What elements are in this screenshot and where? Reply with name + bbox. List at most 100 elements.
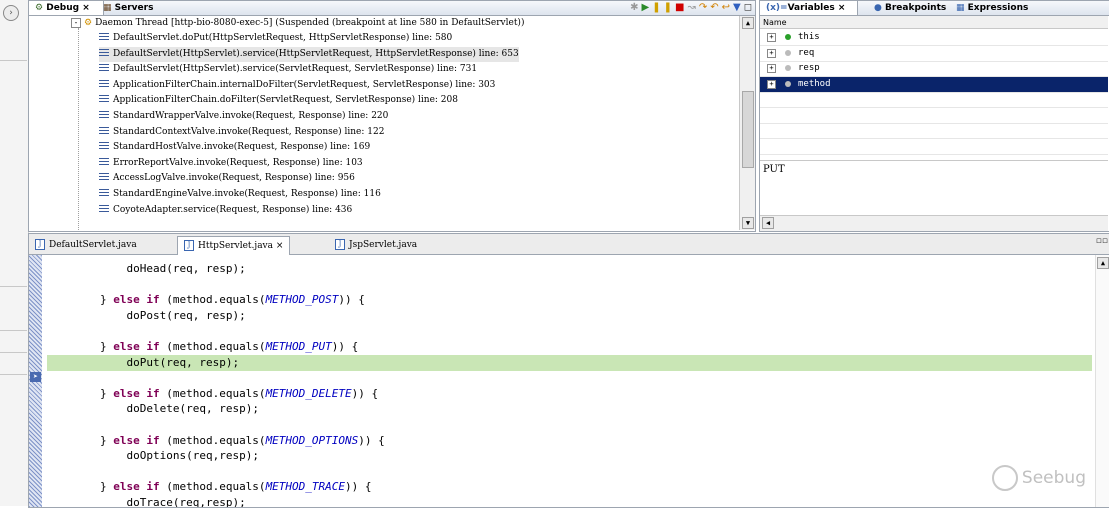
minimize-icon[interactable]: ◻	[744, 2, 755, 13]
variables-icon: (x)=	[766, 3, 788, 13]
stack-frame-row[interactable]: StandardContextValve.invoke(Request, Res…	[99, 125, 384, 140]
expand-icon[interactable]: +	[767, 48, 776, 58]
collapse-icon[interactable]: -	[71, 18, 81, 28]
editor-tab[interactable]: J DefaultServlet.java	[29, 236, 143, 254]
thread-row[interactable]: - ⚙ Daemon Thread [http-bio-8080-exec-5] (…	[71, 16, 524, 31]
scroll-up-arrow-icon[interactable]: ▲	[742, 17, 754, 29]
code-line[interactable]: } else if (method.equals(METHOD_POST)) {	[47, 292, 1092, 308]
stack-frame-row[interactable]: ApplicationFilterChain.doFilter(ServletR…	[99, 93, 458, 108]
debug-vertical-scrollbar[interactable]: ▲ ▼	[739, 16, 755, 230]
tab-debug[interactable]: ⚙ Debug ×	[29, 1, 104, 15]
code-token: doDelete(req, resp);	[126, 402, 259, 416]
column-header-name[interactable]: Name	[760, 16, 1108, 29]
code-token: )) {	[358, 433, 385, 447]
minimize-maximize-icon[interactable]: ▫▫	[1096, 236, 1108, 246]
stack-frame-row[interactable]: StandardEngineValve.invoke(Request, Resp…	[99, 187, 381, 202]
java-editor: ▫▫ J DefaultServlet.java J HttpServlet.java…	[28, 233, 1109, 508]
stack-frame-row[interactable]: ErrorReportValve.invoke(Request, Respons…	[99, 156, 363, 171]
stack-frame-icon	[99, 204, 109, 214]
code-line[interactable]	[47, 323, 1092, 339]
code-line[interactable]: } else if (method.equals(METHOD_TRACE)) …	[47, 479, 1092, 495]
close-icon[interactable]: ×	[82, 3, 90, 13]
variable-row[interactable]: + this	[760, 30, 1108, 46]
stack-frame-row[interactable]: DefaultServlet(HttpServlet).service(Http…	[99, 46, 519, 62]
variable-name: method	[798, 78, 831, 89]
keyword-token: else if	[113, 386, 160, 400]
breakpoint-ruler[interactable]: ➤	[29, 255, 42, 507]
stack-frame-row[interactable]: DefaultServlet.doPut(HttpServletRequest,…	[99, 31, 452, 46]
stack-frame-row[interactable]: ApplicationFilterChain.internalDoFilter(…	[99, 78, 495, 93]
stack-frame-row[interactable]: DefaultServlet(HttpServlet).service(Serv…	[99, 62, 477, 77]
stack-frame-tree: - ⚙ Daemon Thread [http-bio-8080-exec-5] (…	[29, 16, 739, 230]
code-line[interactable]: doHead(req, resp);	[47, 261, 1092, 277]
empty-row	[760, 92, 1108, 108]
keyword-token: else if	[113, 340, 160, 353]
tab-breakpoints[interactable]: ● Breakpoints	[868, 1, 952, 15]
constant-token: METHOD_DELETE	[265, 386, 352, 400]
stack-frame-row[interactable]: StandardWrapperValve.invoke(Request, Res…	[99, 109, 388, 124]
tab-servers[interactable]: ▦ Servers	[97, 1, 159, 15]
variable-detail-pane[interactable]: PUT	[760, 160, 1108, 212]
scroll-thumb[interactable]	[742, 91, 754, 168]
drop-to-frame-icon[interactable]: ▼	[733, 2, 744, 13]
close-icon[interactable]: ×	[273, 241, 284, 251]
terminate-icon[interactable]: ■	[675, 2, 687, 13]
close-icon[interactable]: ×	[838, 3, 846, 13]
code-line[interactable]	[47, 370, 1092, 386]
code-line[interactable]	[47, 277, 1092, 293]
variables-horizontal-scrollbar[interactable]: ◀	[760, 215, 1108, 231]
variable-name: resp	[798, 63, 820, 73]
code-line[interactable]: } else if (method.equals(METHOD_DELETE))…	[47, 386, 1092, 402]
stack-frame-icon	[99, 126, 109, 136]
seebug-watermark: Seebug	[991, 465, 1086, 491]
step-return-icon[interactable]: ↩	[722, 2, 733, 13]
code-token: (method.equals(	[159, 480, 266, 494]
code-token: (method.equals(	[159, 340, 266, 353]
keyword-token: else if	[113, 480, 160, 494]
expand-icon[interactable]: +	[767, 79, 776, 89]
minimize-circle-icon[interactable]: ›	[3, 5, 19, 21]
tab-expressions[interactable]: ▦ Expressions	[950, 1, 1034, 15]
stack-frame-row[interactable]: CoyoteAdapter.service(Request, Response)…	[99, 203, 352, 218]
step-over-icon[interactable]: ↶	[710, 2, 721, 13]
keyword-token: else if	[113, 293, 160, 307]
stack-frame-icon	[99, 142, 109, 152]
empty-row	[760, 108, 1108, 124]
scroll-left-arrow-icon[interactable]: ◀	[762, 217, 774, 229]
scroll-down-arrow-icon[interactable]: ▼	[742, 217, 754, 229]
expand-icon[interactable]: +	[767, 33, 776, 42]
code-line[interactable]	[47, 464, 1092, 480]
suspend-icon[interactable]: ❚❚	[652, 2, 675, 13]
step-into-icon[interactable]: ↷	[699, 2, 710, 13]
current-code-line[interactable]: doPut(req, resp);	[47, 354, 1092, 371]
code-line[interactable]: } else if (method.equals(METHOD_PUT)) {	[47, 339, 1092, 355]
code-line[interactable]	[47, 417, 1092, 433]
disconnect-icon[interactable]: ↝	[687, 2, 698, 13]
current-instruction-pointer-icon: ➤	[30, 372, 41, 382]
code-line[interactable]: doDelete(req, resp);	[47, 401, 1092, 417]
resume-icon[interactable]: ▶	[642, 2, 653, 13]
variable-row[interactable]: + resp	[760, 61, 1108, 77]
code-line[interactable]: doPost(req, resp);	[47, 308, 1092, 324]
expand-icon[interactable]: +	[767, 64, 776, 73]
stack-frame-row[interactable]: StandardHostValve.invoke(Request, Respon…	[99, 140, 370, 155]
stack-frame-row[interactable]: AccessLogValve.invoke(Request, Response)…	[99, 171, 355, 186]
overview-ruler[interactable]: ▲	[1095, 255, 1109, 507]
scroll-up-arrow-icon[interactable]: ▲	[1097, 257, 1109, 269]
variable-row[interactable]: + req	[760, 46, 1108, 62]
code-area[interactable]: doHead(req, resp); } else if (method.equ…	[47, 255, 1092, 507]
seebug-logo-icon	[991, 465, 1018, 491]
stack-frame-icon	[99, 64, 109, 74]
code-line[interactable]: } else if (method.equals(METHOD_OPTIONS)…	[47, 433, 1092, 449]
code-line[interactable]: doTrace(req,resp);	[47, 495, 1092, 507]
stack-frame-icon	[99, 48, 109, 58]
variable-row[interactable]: + method	[760, 76, 1108, 93]
tab-variables[interactable]: (x)=Variables ×	[760, 1, 858, 15]
strip-divider	[0, 330, 27, 331]
code-line[interactable]: doOptions(req,resp);	[47, 448, 1092, 464]
code-token: )) {	[345, 480, 372, 494]
variables-view: (x)=Variables × ● Breakpoints ▦ Expressi…	[759, 0, 1109, 232]
editor-tab[interactable]: J JspServlet.java	[329, 236, 423, 254]
editor-tab[interactable]: J HttpServlet.java ×	[177, 236, 291, 255]
skip-breakpoints-icon[interactable]: ✱	[630, 2, 641, 13]
